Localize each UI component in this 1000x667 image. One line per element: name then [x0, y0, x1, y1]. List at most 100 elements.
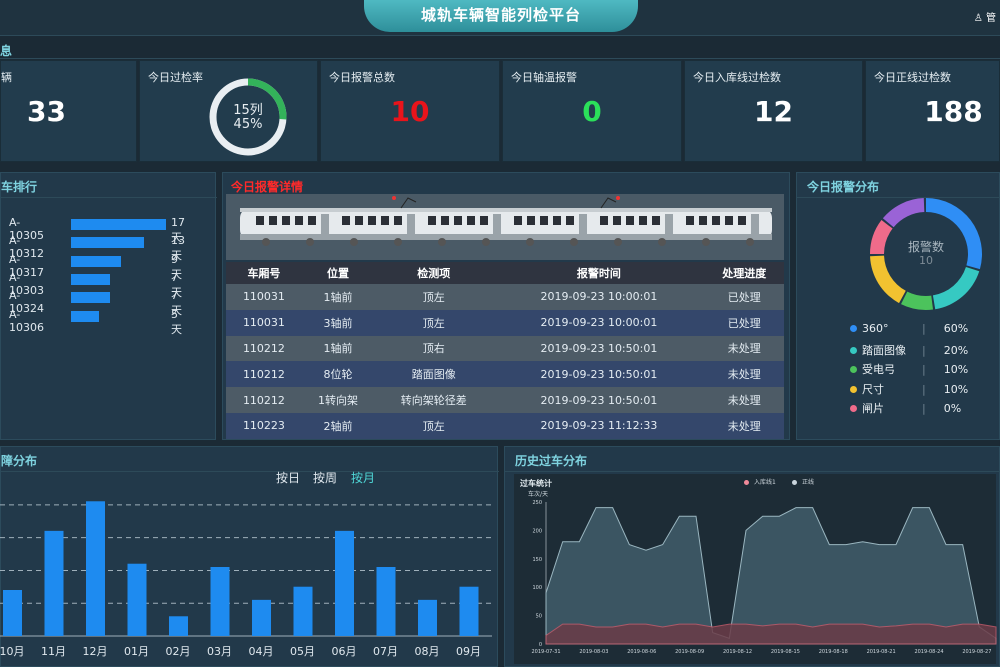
legend-item: 踏面图像 | 20%	[850, 342, 968, 360]
y-tick-label: 200	[532, 528, 542, 534]
legend-dot	[850, 366, 857, 373]
stat-label: 今日过检率	[148, 71, 203, 84]
legend-dot	[850, 325, 857, 332]
ranking-panel: 车排行 A-10305 17天 A-10312 13天 A-10317 9天 A-10…	[0, 172, 217, 440]
donut-segment	[932, 266, 980, 310]
table-row[interactable]: 110031 3轴前 顶左 2019-09-23 10:00:01 已处理	[226, 309, 784, 336]
legend-separator: |	[922, 343, 926, 357]
table-cell: 未处理	[704, 387, 784, 413]
x-tick-label: 2019-08-27	[962, 649, 991, 655]
x-tick-label: 04月	[249, 645, 274, 658]
stat-card-depot-line: 今日入库线过检数 12	[684, 60, 863, 162]
y-tick-label: 150	[532, 557, 542, 563]
stat-label: 今日轴温报警	[511, 71, 577, 84]
x-tick-label: 02月	[166, 645, 191, 658]
legend-item: 受电弓 | 10%	[850, 361, 968, 379]
bar	[127, 563, 147, 636]
rank-bar	[71, 292, 111, 304]
area-series-depot	[545, 623, 997, 645]
x-tick-label: 05月	[290, 645, 315, 658]
legend-label-main: 正线	[802, 479, 815, 486]
legend-dot	[850, 346, 857, 354]
table-cell: 2019-09-23 10:50:01	[493, 387, 705, 413]
bar	[86, 501, 105, 636]
table-row[interactable]: 110031 1轴前 顶左 2019-09-23 10:00:01 已处理	[226, 284, 784, 310]
x-tick-label: 12月	[83, 645, 108, 658]
stat-card-alarm-total: 今日报警总数 10	[320, 60, 500, 162]
bar	[459, 586, 479, 636]
table-cell: 未处理	[704, 361, 784, 388]
stat-card-vehicles: 辆 33	[0, 60, 137, 162]
table-row[interactable]: 110212 1转向架 转向架轮径差 2019-09-23 10:50:01 未处理	[226, 387, 784, 413]
section-title-fault-dist: 障分布	[1, 454, 38, 468]
x-tick-label: 2019-08-09	[675, 649, 704, 655]
x-tick-label: 2019-08-15	[771, 649, 800, 655]
section-title-alarm-detail: 今日报警详情	[231, 180, 304, 194]
rank-bar	[71, 310, 99, 322]
legend-name: 尺寸	[862, 382, 884, 396]
legend-name: 受电弓	[862, 363, 895, 376]
x-tick-label: 2019-08-03	[579, 649, 608, 655]
train-icon	[240, 196, 772, 246]
table-cell: 1轴前	[301, 335, 375, 362]
x-tick-label: 2019-07-31	[531, 649, 560, 655]
section-title-history: 历史过车分布	[515, 454, 588, 468]
tab-by-week[interactable]: 按周	[313, 469, 337, 486]
x-tick-label: 2019-08-18	[819, 649, 848, 655]
legend-percent: 20%	[943, 343, 969, 357]
table-cell: 3轴前	[301, 309, 375, 336]
divider	[1, 471, 499, 472]
table-row[interactable]: 110223 2轴前 顶左 2019-09-23 11:12:33 未处理	[226, 412, 784, 439]
donut-center-value: 10	[919, 254, 933, 267]
x-tick-label: 03月	[207, 645, 232, 658]
bar	[44, 530, 64, 636]
legend-percent: 60%	[943, 322, 969, 335]
donut-segment	[882, 198, 925, 228]
train-image-frame	[226, 194, 784, 260]
bar	[169, 616, 188, 636]
stat-card-main-line: 今日正线过检数 188	[865, 60, 1000, 162]
table-row[interactable]: 110212 8位轮 踏面图像 2019-09-23 10:50:01 未处理	[226, 361, 784, 388]
table-cell: 顶左	[374, 412, 494, 439]
table-cell: 已处理	[704, 309, 784, 336]
x-tick-label: 2019-08-06	[627, 649, 656, 655]
table-row[interactable]: 110212 1轴前 顶右 2019-09-23 10:50:01 未处理	[226, 335, 784, 362]
table-header-cell: 位置	[301, 262, 375, 284]
stat-label: 今日入库线过检数	[693, 71, 781, 84]
table-cell: 1轴前	[301, 284, 375, 310]
x-tick-label: 2019-08-21	[867, 649, 896, 655]
stat-value: 12	[754, 95, 793, 128]
y-tick-label: 250	[532, 500, 542, 506]
tab-by-day[interactable]: 按日	[276, 469, 300, 486]
legend-percent: 0%	[943, 402, 962, 415]
table-cell: 踏面图像	[374, 361, 494, 388]
stat-card-axle-temp: 今日轴温报警 0	[502, 60, 682, 162]
legend-item: 闸片 | 0%	[850, 400, 961, 418]
legend-separator: |	[922, 322, 926, 335]
stat-value: 0	[582, 95, 602, 128]
user-menu[interactable]: ♙ 管	[974, 9, 996, 24]
legend-separator: |	[922, 363, 926, 376]
table-header-cell: 车厢号	[226, 262, 302, 284]
x-tick-label: 09月	[456, 645, 481, 658]
table-cell: 2019-09-23 11:12:33	[493, 412, 705, 439]
rank-bar	[71, 255, 122, 267]
x-tick-label: 08月	[415, 645, 440, 658]
x-tick-label: 11月	[41, 645, 66, 658]
bar	[376, 567, 396, 636]
x-tick-label: 2019-08-12	[723, 649, 752, 655]
table-cell: 110212	[226, 335, 302, 362]
table-cell: 2019-09-23 10:50:01	[493, 335, 705, 362]
tab-by-month[interactable]: 按月	[351, 469, 375, 486]
table-cell: 2轴前	[301, 412, 375, 439]
bar	[418, 599, 437, 636]
table-cell: 110031	[226, 309, 302, 336]
legend-dot-depot	[744, 480, 749, 485]
table-header-cell: 报警时间	[493, 262, 705, 284]
stat-value: 33	[27, 95, 66, 128]
rank-vehicle-name: A-10306	[9, 307, 44, 334]
legend-item: 尺寸 | 10%	[850, 381, 968, 399]
section-title-rank: 车排行	[1, 180, 38, 194]
ring-percent: 45%	[233, 117, 263, 132]
rank-bar	[71, 237, 144, 249]
